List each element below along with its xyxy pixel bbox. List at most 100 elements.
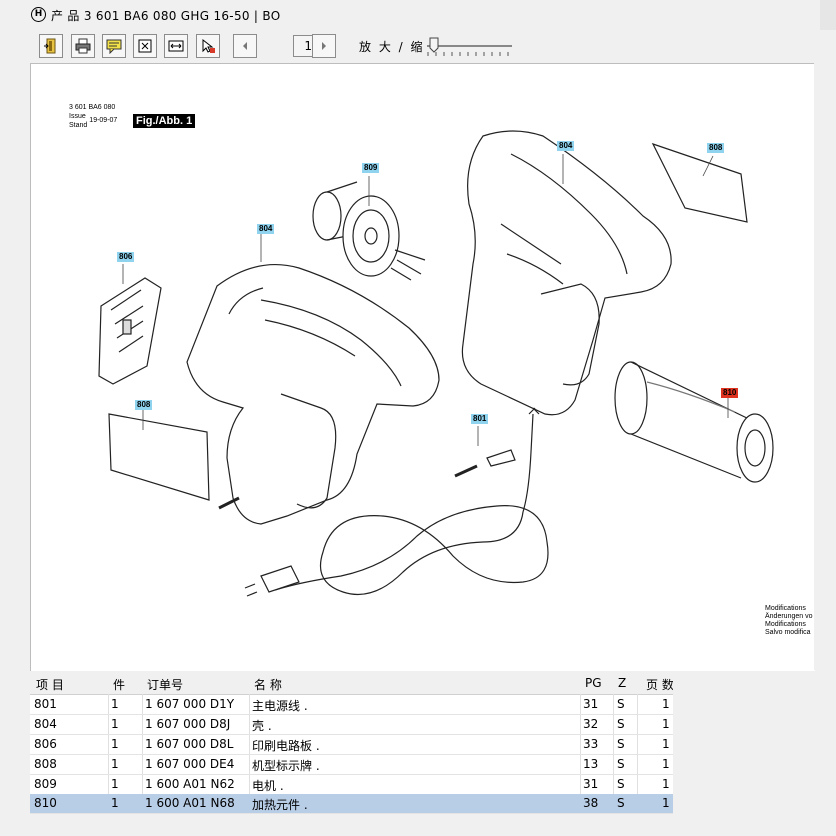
cell-pages: 1 (662, 697, 670, 711)
table-empty-area (673, 672, 836, 836)
cell-order: 1 607 000 D8J (145, 717, 231, 731)
table-row[interactable]: 804 1 1 607 000 D8J 壳 . 32 S 1 (30, 715, 673, 735)
cell-name: 主电源线 . (252, 699, 308, 713)
fit-width-button[interactable] (164, 34, 188, 58)
label-plate-left[interactable] (108, 413, 210, 501)
cell-qty: 1 (111, 777, 119, 791)
zoom-slider-thumb[interactable] (429, 37, 439, 53)
cell-qty: 1 (111, 796, 119, 810)
col-pg[interactable]: PG (585, 676, 602, 690)
toolbar: 1/1 放 大 / 缩 (30, 30, 836, 63)
cell-qty: 1 (111, 757, 119, 771)
col-z[interactable]: Z (618, 676, 626, 690)
cell-qty: 1 (111, 697, 119, 711)
cell-pg: 31 (583, 777, 599, 791)
title-bar: H 产 品 3 601 BA6 080 GHG 16-50 | BO (0, 0, 836, 30)
previous-page-button[interactable] (233, 34, 257, 58)
cursor-icon (202, 38, 215, 53)
cell-pg: 13 (583, 757, 599, 771)
cell-item: 804 (34, 717, 57, 731)
zoom-label: 放 大 / 缩 (359, 40, 425, 54)
cell-pages: 1 (662, 757, 670, 771)
heating-element-part[interactable] (614, 361, 774, 483)
col-name[interactable]: 名 称 (254, 676, 282, 693)
table-header: 项 目 件 订单号 名 称 PG Z 页 数 (30, 672, 674, 695)
chevron-right-icon (322, 42, 326, 50)
cell-z: S (617, 697, 625, 711)
cell-name: 加热元件 . (252, 798, 308, 812)
exit-icon (44, 38, 56, 54)
housing-left-part[interactable] (186, 263, 440, 525)
print-button[interactable] (71, 34, 95, 58)
cell-item: 806 (34, 737, 57, 751)
callout-806[interactable]: 806 (117, 252, 135, 262)
cell-name: 电机 . (252, 779, 284, 793)
cable-clamp-part[interactable] (486, 449, 516, 467)
col-pages[interactable]: 页 数 (646, 676, 674, 693)
print-icon (75, 38, 91, 54)
callout-804-right[interactable]: 804 (557, 141, 575, 151)
cell-order: 1 607 000 D8L (145, 737, 234, 751)
col-order-number[interactable]: 订单号 (147, 676, 183, 693)
cell-qty: 1 (111, 717, 119, 731)
cell-pg: 31 (583, 697, 599, 711)
cell-pg: 38 (583, 796, 599, 810)
mod-line: Modifications (765, 621, 806, 628)
zoom-slider[interactable] (424, 34, 514, 58)
table-row[interactable]: 801 1 1 607 000 D1Y 主电源线 . 31 S 1 (30, 695, 673, 715)
callout-808-right[interactable]: 808 (707, 143, 725, 153)
cell-z: S (617, 737, 625, 751)
table-row[interactable]: 808 1 1 607 000 DE4 机型标示牌 . 13 S 1 (30, 755, 673, 775)
mod-line: Salvo modifica (765, 629, 811, 636)
cell-order: 1 607 000 DE4 (145, 757, 235, 771)
fit-width-icon (168, 40, 184, 52)
comment-button[interactable] (102, 34, 126, 58)
drawing-scrollbar[interactable] (814, 63, 836, 670)
callout-809[interactable]: 809 (362, 163, 380, 173)
chevron-left-icon (243, 42, 247, 50)
next-page-button[interactable] (312, 34, 336, 58)
cell-item: 808 (34, 757, 57, 771)
housing-right-part[interactable] (461, 130, 672, 416)
col-item[interactable]: 项 目 (36, 676, 64, 693)
cell-order: 1 607 000 D1Y (145, 697, 235, 711)
cell-name: 壳 . (252, 719, 272, 733)
cell-z: S (617, 796, 625, 810)
screw-cable-clamp[interactable] (454, 464, 478, 478)
cell-pages: 1 (662, 737, 670, 751)
parts-illustration (98, 130, 774, 597)
cell-item: 809 (34, 777, 57, 791)
cell-z: S (617, 777, 625, 791)
exit-button[interactable] (39, 34, 63, 58)
exploded-view-drawing: 3 601 BA6 080 Issue Stand 19-09-07 Fig./… (30, 63, 815, 671)
cell-pg: 32 (583, 717, 599, 731)
cell-pages: 1 (662, 777, 670, 791)
callout-801[interactable]: 801 (471, 414, 489, 424)
cell-order: 1 600 A01 N62 (145, 777, 235, 791)
parts-table: 项 目 件 订单号 名 称 PG Z 页 数 801 1 1 607 000 D… (30, 672, 836, 836)
cell-name: 机型标示牌 . (252, 759, 320, 773)
cell-name: 印刷电路板 . (252, 739, 320, 753)
table-row-selected[interactable]: 810 1 1 600 A01 N68 加热元件 . 38 S 1 (30, 794, 673, 814)
cell-item: 810 (34, 796, 57, 810)
callout-804-left[interactable]: 804 (257, 224, 275, 234)
select-cursor-button[interactable] (196, 34, 220, 58)
table-footer-area (30, 814, 673, 836)
pcb-part[interactable] (98, 277, 162, 385)
table-row[interactable]: 809 1 1 600 A01 N62 电机 . 31 S 1 (30, 775, 673, 795)
col-qty[interactable]: 件 (113, 676, 125, 693)
cell-z: S (617, 757, 625, 771)
top-scroll-strip (820, 0, 836, 30)
table-row[interactable]: 806 1 1 607 000 D8L 印刷电路板 . 33 S 1 (30, 735, 673, 755)
label-plate-right[interactable] (651, 142, 748, 223)
fit-page-button[interactable] (133, 34, 157, 58)
comment-icon (106, 39, 122, 54)
modifications-note: Modifications Änderungen vo Modification… (765, 605, 812, 637)
callout-808-left[interactable]: 808 (135, 400, 153, 410)
cell-item: 801 (34, 697, 57, 711)
cell-pages: 1 (662, 717, 670, 731)
callout-810-selected[interactable]: 810 (721, 388, 739, 398)
cell-qty: 1 (111, 737, 119, 751)
fit-page-icon (138, 39, 152, 53)
window-title: 产 品 3 601 BA6 080 GHG 16-50 | BO (51, 9, 281, 23)
